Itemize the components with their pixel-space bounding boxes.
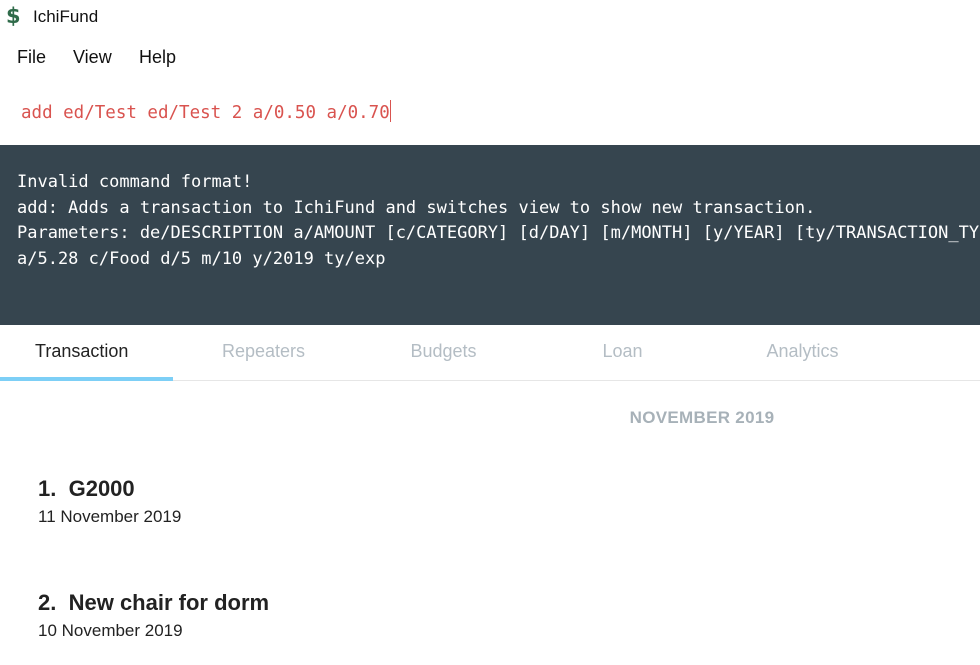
menu-view[interactable]: View: [73, 47, 112, 68]
result-line: Invalid command format!: [17, 172, 253, 192]
transaction-title: 2. New chair for dorm: [38, 590, 269, 616]
result-line: add: Adds a transaction to IchiFund and …: [17, 198, 816, 218]
result-line: a/5.28 c/Food d/5 m/10 y/2019 ty/exp: [17, 249, 386, 269]
command-input[interactable]: add ed/Test ed/Test 2 a/0.50 a/0.70: [21, 100, 391, 123]
tab-transaction[interactable]: Transaction: [0, 325, 173, 378]
transaction-index: 2.: [38, 590, 57, 615]
tab-analytics[interactable]: Analytics: [716, 325, 889, 378]
tab-loan[interactable]: Loan: [536, 325, 709, 378]
transaction-description: G2000: [68, 476, 135, 501]
tab-repeaters[interactable]: Repeaters: [177, 325, 350, 378]
month-header: NOVEMBER 2019: [629, 408, 775, 427]
text-caret: [389, 100, 391, 122]
command-box[interactable]: add ed/Test ed/Test 2 a/0.50 a/0.70: [0, 82, 980, 145]
transaction-date: 10 November 2019: [38, 621, 183, 640]
tab-budgets[interactable]: Budgets: [357, 325, 530, 378]
dollar-sign-icon: $: [6, 4, 21, 28]
list-item[interactable]: 1. G2000 11 November 2019: [38, 476, 181, 527]
transaction-title: 1. G2000: [38, 476, 181, 502]
transaction-date: 11 November 2019: [38, 507, 182, 526]
transaction-description: New chair for dorm: [68, 590, 270, 615]
result-line: Parameters: de/DESCRIPTION a/AMOUNT [c/C…: [17, 223, 980, 243]
menu-bar: File View Help: [0, 40, 980, 74]
title-bar: $ IchiFund: [0, 0, 980, 34]
result-display: Invalid command format! add: Adds a tran…: [0, 145, 980, 325]
list-item[interactable]: 2. New chair for dorm 10 November 2019: [38, 590, 269, 641]
window-title: IchiFund: [33, 7, 99, 26]
menu-help[interactable]: Help: [139, 47, 176, 68]
active-tab-indicator: [0, 377, 173, 381]
menu-file[interactable]: File: [17, 47, 46, 68]
tab-bar: Transaction Repeaters Budgets Loan Analy…: [0, 325, 980, 381]
transaction-index: 1.: [38, 476, 57, 501]
command-input-value: add ed/Test ed/Test 2 a/0.50 a/0.70: [21, 103, 390, 123]
app-window: $ IchiFund File View Help add ed/Test ed…: [0, 0, 980, 665]
